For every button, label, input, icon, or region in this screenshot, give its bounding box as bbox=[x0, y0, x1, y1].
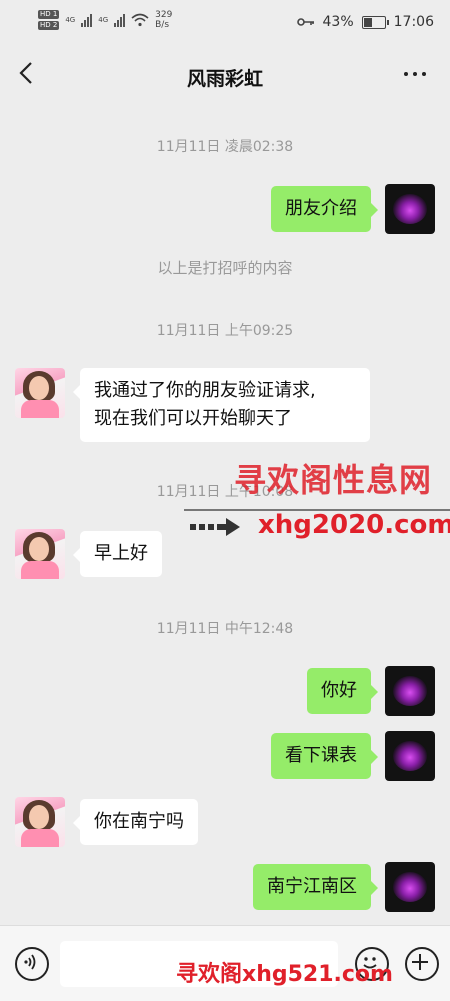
wifi-icon bbox=[131, 13, 149, 27]
status-time: 17:06 bbox=[393, 14, 434, 30]
signal-icon-2 bbox=[114, 13, 126, 27]
plus-icon bbox=[412, 954, 428, 970]
status-left: HD 1 HD 2 4G 4G 329 B/s bbox=[38, 10, 172, 30]
message-bubble[interactable]: 你好 bbox=[307, 668, 378, 714]
my-avatar[interactable] bbox=[385, 862, 435, 912]
sim2-label: HD 2 bbox=[38, 21, 60, 30]
avatar-face bbox=[29, 537, 49, 561]
battery-icon bbox=[361, 15, 389, 29]
contact-avatar[interactable] bbox=[15, 529, 65, 579]
network2-label: 4G bbox=[98, 16, 109, 24]
my-avatar[interactable] bbox=[385, 666, 435, 716]
arrow-right-icon bbox=[190, 518, 240, 536]
input-bar: 寻欢阁xhg521.com bbox=[0, 925, 450, 1001]
voice-button[interactable] bbox=[15, 947, 49, 981]
system-note: 以上是打招呼的内容 bbox=[157, 259, 293, 277]
avatar-image bbox=[393, 741, 427, 771]
net-speed-unit: B/s bbox=[155, 20, 170, 30]
my-avatar[interactable] bbox=[385, 731, 435, 781]
signal-icon bbox=[81, 13, 93, 27]
battery-percent: 43% bbox=[322, 14, 354, 30]
sim1-label: HD 1 bbox=[38, 10, 60, 19]
status-right: 43% 17:06 bbox=[296, 14, 434, 30]
net-speed-value: 329 bbox=[155, 10, 173, 20]
avatar-shirt bbox=[21, 561, 59, 579]
battery-level-fill bbox=[363, 17, 372, 27]
avatar-image bbox=[393, 676, 427, 706]
network1-label: 4G bbox=[65, 16, 76, 24]
watermark-url: xhg2020.com bbox=[258, 510, 450, 540]
dot-icon bbox=[422, 72, 426, 76]
net-speed: 329 B/s bbox=[155, 10, 172, 30]
avatar-face bbox=[29, 805, 49, 829]
message-bubble[interactable]: 南宁江南区 bbox=[253, 864, 378, 910]
contact-avatar[interactable] bbox=[15, 368, 65, 418]
message-bubble[interactable]: 早上好 bbox=[73, 531, 162, 577]
avatar-shirt bbox=[21, 400, 59, 418]
chat-title: 风雨彩虹 bbox=[186, 68, 263, 90]
timestamp: 11月11日 中午12:48 bbox=[156, 621, 294, 637]
key-icon bbox=[296, 18, 314, 26]
watermark-title: 寻欢阁性息网 bbox=[234, 461, 433, 499]
watermark-bottom: 寻欢阁xhg521.com bbox=[176, 962, 393, 987]
contact-avatar[interactable] bbox=[15, 797, 65, 847]
add-button[interactable] bbox=[405, 947, 439, 981]
dot-icon bbox=[413, 72, 417, 76]
message-bubble[interactable]: 你在南宁吗 bbox=[73, 799, 198, 845]
avatar-image bbox=[393, 872, 427, 902]
status-bar: HD 1 HD 2 4G 4G 329 B/s 43% 17:06 bbox=[0, 0, 450, 46]
chat-header: 风雨彩虹 bbox=[0, 46, 450, 102]
avatar-face bbox=[29, 376, 49, 400]
dot-icon bbox=[404, 72, 408, 76]
avatar-shirt bbox=[21, 829, 59, 847]
message-bubble[interactable]: 朋友介绍 bbox=[271, 186, 378, 232]
message-bubble[interactable]: 看下课表 bbox=[271, 733, 378, 779]
message-bubble[interactable]: 我通过了你的朋友验证请求, 现在我们可以开始聊天了 bbox=[73, 368, 370, 442]
hd-icon: HD 1 HD 2 bbox=[38, 10, 60, 30]
voice-icon bbox=[24, 954, 36, 970]
timestamp: 11月11日 凌晨02:38 bbox=[156, 139, 294, 155]
avatar-image bbox=[393, 194, 427, 224]
my-avatar[interactable] bbox=[385, 184, 435, 234]
more-options-button[interactable] bbox=[404, 68, 432, 80]
timestamp: 11月11日 上午09:25 bbox=[156, 323, 294, 339]
